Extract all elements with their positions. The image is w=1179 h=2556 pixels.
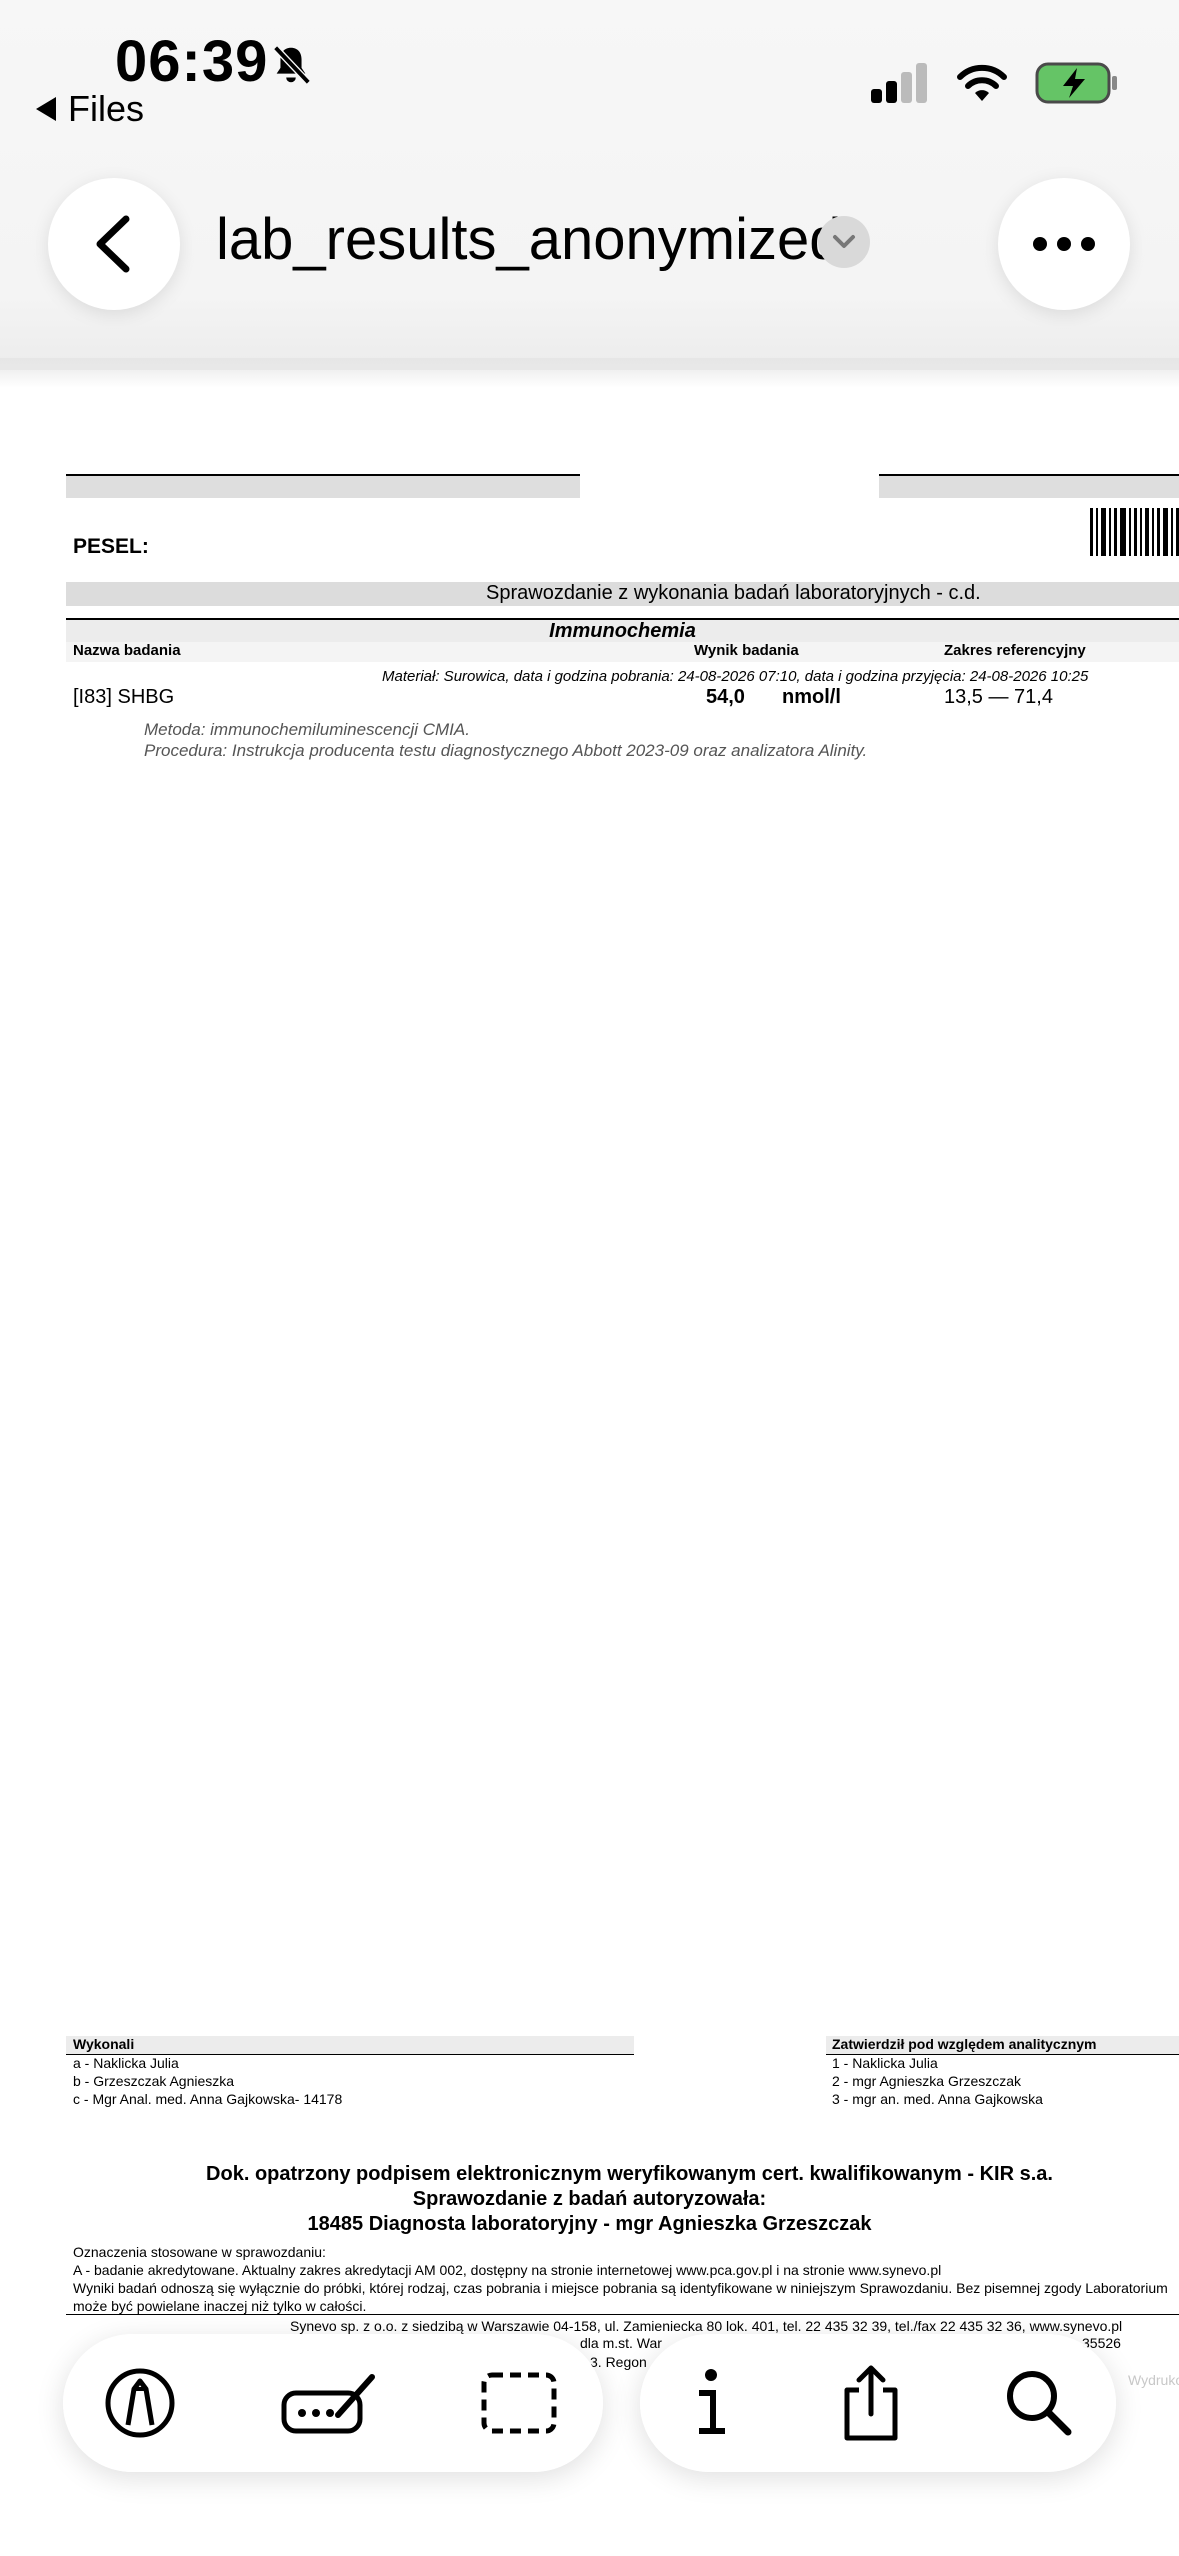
test-name: [I83] SHBG bbox=[73, 686, 175, 708]
notes-line: może być powielane inaczej niż tylko w c… bbox=[73, 2298, 367, 2314]
back-triangle-icon bbox=[36, 97, 56, 121]
notes-heading: Oznaczenia stosowane w sprawozdaniu: bbox=[73, 2244, 326, 2260]
approved-item: 3 - mgr an. med. Anna Gajkowska bbox=[832, 2091, 1043, 2107]
status-time: 06:39 bbox=[115, 29, 269, 94]
section-header: Immunochemia bbox=[66, 618, 1179, 645]
performed-header-band bbox=[66, 2036, 634, 2055]
footer-divider bbox=[66, 2314, 1179, 2315]
approved-item: 2 - mgr Agnieszka Grzeszczak bbox=[832, 2073, 1022, 2089]
document-title[interactable]: lab_results_anonymized bbox=[216, 206, 841, 273]
back-to-files-link[interactable]: Files bbox=[36, 88, 144, 130]
performed-item: b - Grzeszczak Agnieszka bbox=[73, 2073, 235, 2089]
wifi-icon bbox=[957, 64, 1007, 101]
test-value: 54,0 bbox=[706, 686, 745, 708]
performed-item: c - Mgr Anal. med. Anna Gajkowska- 14178 bbox=[73, 2091, 343, 2107]
notes-line: Wyniki badań odnoszą się wyłącznie do pr… bbox=[73, 2280, 1168, 2296]
header-band-right bbox=[879, 474, 1179, 498]
select-area-button[interactable] bbox=[476, 2360, 562, 2446]
markup-button[interactable] bbox=[97, 2360, 183, 2446]
approved-item: 1 - Naklicka Julia bbox=[832, 2055, 938, 2071]
performed-item: a - Naklicka Julia bbox=[73, 2055, 179, 2071]
navigation-bar-shadow bbox=[0, 358, 1179, 388]
signature-icon bbox=[281, 2374, 375, 2434]
status-indicators bbox=[871, 62, 1119, 104]
header-band-left bbox=[66, 474, 580, 498]
ellipsis-icon bbox=[1033, 237, 1095, 251]
printed-label: Wydruko bbox=[1128, 2372, 1179, 2388]
footer-address: 3. Regon bbox=[590, 2354, 647, 2370]
share-button[interactable] bbox=[828, 2360, 914, 2446]
chevron-down-icon bbox=[833, 235, 855, 248]
performed-header: Wykonali bbox=[73, 2036, 135, 2052]
search-button[interactable] bbox=[996, 2360, 1082, 2446]
search-icon bbox=[1007, 2371, 1072, 2436]
test-unit: nmol/l bbox=[782, 686, 841, 708]
battery-charging-icon bbox=[1035, 62, 1117, 104]
signature-line: 18485 Diagnosta laboratoryjny - mgr Agni… bbox=[307, 2213, 872, 2235]
info-button[interactable] bbox=[668, 2360, 754, 2446]
notes-line: A - badanie akredytowane. Aktualny zakre… bbox=[73, 2262, 942, 2278]
column-result-header: Wynik badania bbox=[694, 642, 799, 659]
markup-pen-icon bbox=[105, 2368, 175, 2438]
silent-bell-icon bbox=[273, 45, 311, 85]
method-text: Metoda: immunochemiluminescencji CMIA. bbox=[144, 720, 470, 739]
signature-button[interactable] bbox=[280, 2360, 380, 2446]
procedure-text: Procedura: Instrukcja producenta testu d… bbox=[144, 741, 868, 760]
share-icon bbox=[844, 2365, 898, 2441]
cellular-signal-icon bbox=[871, 63, 927, 103]
approved-header: Zatwierdził pod względem analitycznym bbox=[832, 2036, 1097, 2052]
selection-icon bbox=[481, 2372, 557, 2434]
more-options-button[interactable] bbox=[998, 178, 1130, 310]
test-range: 13,5 — 71,4 bbox=[944, 686, 1053, 708]
signature-line: Sprawozdanie z badań autoryzowała: bbox=[412, 2188, 767, 2210]
back-app-label: Files bbox=[68, 88, 145, 129]
title-menu-button[interactable] bbox=[818, 216, 870, 268]
column-range-header: Zakres referencyjny bbox=[944, 642, 1086, 659]
section-title: Immunochemia bbox=[549, 620, 696, 642]
footer-address: Synevo sp. z o.o. z siedzibą w Warszawie… bbox=[290, 2318, 1123, 2334]
info-icon bbox=[699, 2369, 725, 2434]
back-button[interactable] bbox=[48, 178, 180, 310]
material-info: Materiał: Surowica, data i godzina pobra… bbox=[382, 668, 1089, 685]
column-name-header: Nazwa badania bbox=[73, 642, 181, 659]
footer-address: dla m.st. War bbox=[580, 2335, 662, 2351]
report-title: Sprawozdanie z wykonania badań laborator… bbox=[486, 582, 981, 604]
barcode bbox=[1090, 508, 1179, 556]
chevron-left-icon bbox=[96, 215, 130, 273]
pesel-label: PESEL: bbox=[73, 535, 149, 558]
signature-line: Dok. opatrzony podpisem elektronicznym w… bbox=[206, 2163, 1053, 2185]
